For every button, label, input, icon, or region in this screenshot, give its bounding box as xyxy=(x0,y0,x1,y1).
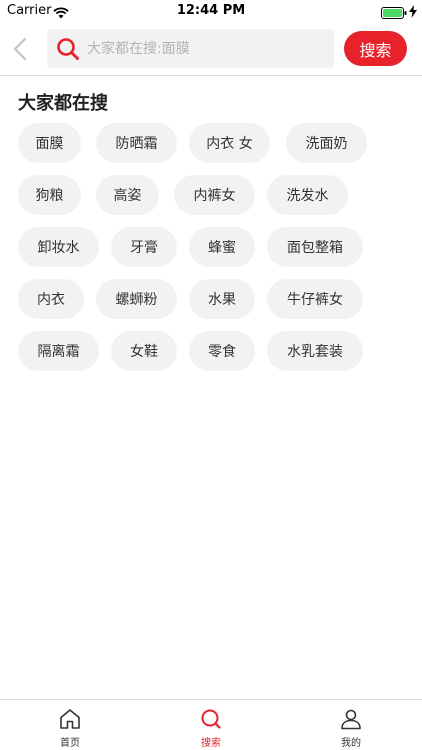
hot-search-tag[interactable]: 卸妆水 xyxy=(18,227,99,267)
tab-home[interactable]: 首页 xyxy=(0,700,140,750)
hot-search-tag[interactable]: 蜂蜜 xyxy=(189,227,255,267)
tab-label: 我的 xyxy=(341,738,361,749)
hot-search-tag[interactable]: 内衣 xyxy=(18,279,84,319)
hot-search-tag[interactable]: 狗粮 xyxy=(18,175,81,215)
tab-profile[interactable]: 我的 xyxy=(281,700,421,750)
tag-row: 内衣 螺蛳粉 水果 牛仔裤女 xyxy=(18,279,408,331)
hot-search-tag[interactable]: 内裤女 xyxy=(174,175,255,215)
tag-row: 面膜 防晒霜 内衣 女 洗面奶 xyxy=(18,123,408,175)
back-button[interactable] xyxy=(6,34,34,64)
hot-search-tag[interactable]: 洗面奶 xyxy=(286,123,367,163)
hot-search-tag[interactable]: 水果 xyxy=(189,279,255,319)
person-icon xyxy=(339,707,363,731)
charging-icon xyxy=(409,3,417,22)
search-box[interactable] xyxy=(47,29,334,68)
tab-label: 搜索 xyxy=(201,738,221,749)
battery-icon xyxy=(381,4,407,23)
hot-search-tag[interactable]: 螺蛳粉 xyxy=(96,279,177,319)
tab-search[interactable]: 搜索 xyxy=(141,700,281,750)
section-title: 大家都在搜 xyxy=(18,93,108,114)
hot-search-tag[interactable]: 女鞋 xyxy=(111,331,177,371)
hot-search-tag[interactable]: 面包整箱 xyxy=(267,227,363,267)
hot-search-tag[interactable]: 隔离霜 xyxy=(18,331,99,371)
hot-search-tag[interactable]: 防晒霜 xyxy=(96,123,177,163)
clock-label: 12:44 PM xyxy=(176,3,246,18)
hot-search-tag[interactable]: 零食 xyxy=(189,331,255,371)
tag-row: 隔离霜 女鞋 零食 水乳套装 xyxy=(18,331,408,383)
tab-label: 首页 xyxy=(60,738,80,749)
search-button[interactable]: 搜索 xyxy=(344,31,407,66)
tag-row: 狗粮 高姿 内裤女 洗发水 xyxy=(18,175,408,227)
hot-search-tag[interactable]: 面膜 xyxy=(18,123,81,163)
hot-search-tag[interactable]: 高姿 xyxy=(96,175,159,215)
status-bar: Carrier 12:44 PM xyxy=(0,0,422,22)
home-icon xyxy=(58,707,82,731)
hot-search-tag[interactable]: 洗发水 xyxy=(267,175,348,215)
hot-search-tag[interactable]: 内衣 女 xyxy=(189,123,270,163)
search-header: 搜索 xyxy=(0,22,422,76)
hot-search-tag[interactable]: 牛仔裤女 xyxy=(267,279,363,319)
hot-search-tag[interactable]: 水乳套装 xyxy=(267,331,363,371)
chevron-left-icon xyxy=(13,37,27,61)
hot-search-tags: 面膜 防晒霜 内衣 女 洗面奶 狗粮 高姿 内裤女 洗发水 卸妆水 牙膏 蜂蜜 … xyxy=(18,123,408,383)
hot-search-tag[interactable]: 牙膏 xyxy=(111,227,177,267)
bottom-tab-bar: 首页 搜索 我的 xyxy=(0,699,422,750)
tag-row: 卸妆水 牙膏 蜂蜜 面包整箱 xyxy=(18,227,408,279)
search-icon xyxy=(199,707,223,731)
search-input[interactable] xyxy=(87,29,327,68)
search-icon xyxy=(56,37,80,65)
